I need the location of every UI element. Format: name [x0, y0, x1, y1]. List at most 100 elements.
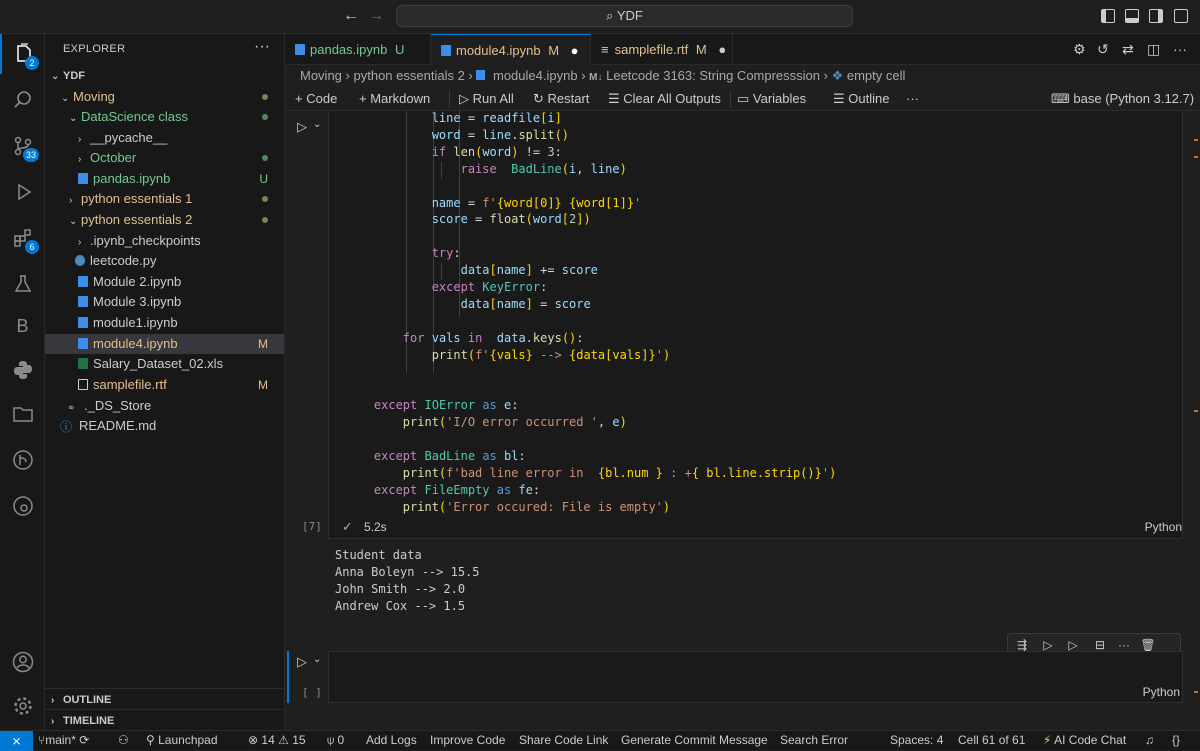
history-icon[interactable]: ↺: [1097, 41, 1109, 58]
more-actions-icon[interactable]: ···: [1173, 41, 1187, 57]
search-activity[interactable]: [0, 80, 45, 120]
timeline-section[interactable]: › TIMELINE: [45, 709, 284, 731]
command-center-search[interactable]: ⌕ YDF: [396, 5, 853, 27]
tree-item-python-essentials-2[interactable]: ⌄ python essentials 2: [45, 210, 284, 230]
breadcrumb-item[interactable]: empty cell: [847, 68, 906, 83]
run-cell-button[interactable]: ▷: [297, 119, 307, 135]
improve-code-button[interactable]: Improve Code: [430, 731, 505, 751]
tree-item-label: module1.ipynb: [93, 315, 178, 330]
unsaved-dot-icon[interactable]: ●: [718, 42, 726, 57]
extensions-activity[interactable]: 6: [0, 218, 45, 258]
add-code-cell-button[interactable]: + Code: [295, 87, 337, 111]
code-line: word = line.split(): [431, 127, 570, 142]
toolbar-more-button[interactable]: ···: [906, 87, 919, 111]
explorer-activity[interactable]: 2: [0, 34, 45, 74]
tree-item-samplefile-rtf[interactable]: samplefile.rtf M: [45, 375, 284, 395]
tree-item-module-2[interactable]: Module 2.ipynb: [45, 272, 284, 292]
testing-activity[interactable]: [0, 264, 45, 304]
code-cell[interactable]: line = readfile[i] word = line.split() i…: [302, 111, 1183, 539]
breadcrumb-item[interactable]: python essentials 2: [354, 68, 465, 83]
ai-code-chat-button[interactable]: ⚡ AI Code Chat: [1043, 731, 1126, 751]
tree-item-module1[interactable]: module1.ipynb: [45, 313, 284, 333]
braces-indicator[interactable]: {}: [1172, 731, 1180, 751]
chevron-down-icon[interactable]: ⌄: [313, 654, 321, 665]
tree-item-module-3[interactable]: Module 3.ipynb: [45, 292, 284, 312]
cell-position-indicator[interactable]: Cell 61 of 61: [958, 731, 1025, 751]
gitlens-icon[interactable]: ⚇: [118, 731, 129, 751]
compare-icon[interactable]: ⇄: [1122, 41, 1134, 58]
forward-arrow-icon[interactable]: →: [368, 7, 384, 25]
problems-indicator[interactable]: ⊗ 14 ⚠ 15: [248, 731, 306, 751]
indentation-indicator[interactable]: Spaces: 4: [890, 731, 943, 751]
tree-item-datascience-class[interactable]: ⌄ DataScience class: [45, 107, 284, 127]
outline-section[interactable]: › OUTLINE: [45, 688, 284, 710]
source-control-activity[interactable]: 33: [0, 126, 45, 166]
code-line: score = float(word[2]): [431, 212, 591, 227]
tree-item-pandas-ipynb[interactable]: pandas.ipynb U: [45, 169, 284, 189]
run-cell-button[interactable]: ▷: [297, 654, 307, 670]
empty-code-cell[interactable]: Python: [328, 651, 1183, 703]
b-extension-activity[interactable]: B: [0, 306, 45, 346]
tree-item-label: ._DS_Store: [84, 398, 152, 413]
run-all-button[interactable]: ▷ Run All: [459, 87, 514, 111]
bell-icon[interactable]: ♫: [1145, 731, 1154, 751]
outline-button[interactable]: ☰ Outline: [833, 87, 889, 111]
add-markdown-cell-button[interactable]: + Markdown: [359, 87, 430, 111]
share-code-link-button[interactable]: Share Code Link: [519, 731, 608, 751]
branch-indicator[interactable]: ⑂main* ⟳: [38, 731, 89, 751]
tab-pandas[interactable]: pandas.ipynb U: [285, 34, 431, 65]
back-arrow-icon[interactable]: ←: [343, 7, 359, 25]
toggle-secondary-sidebar-icon[interactable]: [1149, 9, 1163, 23]
more-actions-icon[interactable]: ···: [254, 38, 270, 56]
run-debug-activity[interactable]: [0, 172, 45, 212]
generate-commit-message-button[interactable]: Generate Commit Message: [621, 731, 768, 751]
ports-indicator[interactable]: ⍦ 0: [327, 731, 344, 751]
tree-item-ds-store[interactable]: ⚭ ._DS_Store: [45, 396, 284, 416]
variables-button[interactable]: ▭ Variables: [737, 87, 806, 111]
tab-module4[interactable]: module4.ipynb M ●: [431, 34, 591, 65]
tab-label: samplefile.rtf: [614, 42, 689, 57]
chevron-right-icon: ›: [78, 237, 82, 248]
code-line: data[name] = score: [460, 296, 591, 311]
split-editor-icon[interactable]: ◫: [1147, 41, 1160, 58]
add-logs-button[interactable]: Add Logs: [366, 731, 417, 751]
tree-item-label: __pycache__: [90, 130, 168, 145]
toggle-primary-sidebar-icon[interactable]: [1101, 9, 1115, 23]
tree-item-salary-dataset[interactable]: Salary_Dataset_02.xls: [45, 354, 284, 374]
launchpad-button[interactable]: ⚲ Launchpad: [146, 731, 218, 751]
manage-activity[interactable]: [0, 686, 45, 726]
cell-language[interactable]: Python: [1143, 685, 1180, 699]
cell-language[interactable]: Python: [1145, 520, 1182, 534]
tree-item-october[interactable]: › October: [45, 148, 284, 168]
chevron-right-icon: ›: [78, 154, 82, 165]
chevron-down-icon[interactable]: ⌄: [313, 119, 321, 130]
tree-item-ipynb-checkpoints[interactable]: › .ipynb_checkpoints: [45, 231, 284, 251]
accounts-activity[interactable]: [0, 642, 45, 682]
customize-layout-icon[interactable]: [1174, 9, 1188, 23]
restart-button[interactable]: ↻ Restart: [533, 87, 589, 111]
breadcrumb-item[interactable]: module4.ipynb: [493, 68, 578, 83]
workspace-root[interactable]: ⌄ YDF: [45, 66, 284, 86]
search-error-button[interactable]: Search Error: [780, 731, 848, 751]
output-line: Anna Boleyn --> 15.5: [335, 565, 480, 579]
tab-samplefile[interactable]: ≡ samplefile.rtf M ●: [591, 34, 733, 65]
tree-item-module4[interactable]: module4.ipynb M: [45, 334, 284, 354]
tree-item-moving[interactable]: ⌄ Moving: [45, 87, 284, 107]
python-activity[interactable]: [0, 350, 45, 390]
git-graph-activity[interactable]: [0, 440, 45, 480]
remote-indicator[interactable]: ⨯: [0, 731, 33, 751]
unsaved-dot-icon[interactable]: ●: [571, 43, 579, 58]
breadcrumb-item[interactable]: Moving: [300, 68, 342, 83]
kernel-picker[interactable]: ⌨ base (Python 3.12.7): [1051, 87, 1194, 111]
gear-icon[interactable]: ⚙: [1073, 41, 1086, 58]
clear-all-outputs-button[interactable]: ☰ Clear All Outputs: [608, 87, 721, 111]
tree-item-python-essentials-1[interactable]: › python essentials 1: [45, 189, 284, 209]
toggle-panel-icon[interactable]: [1125, 9, 1139, 23]
tree-item-pycache[interactable]: › __pycache__: [45, 128, 284, 148]
tree-item-readme[interactable]: ⓘ README.md: [45, 416, 284, 436]
folder-activity[interactable]: [0, 394, 45, 434]
tree-item-leetcode-py[interactable]: leetcode.py: [45, 251, 284, 271]
gitlens-activity[interactable]: [0, 486, 45, 526]
search-label: YDF: [616, 8, 643, 23]
breadcrumb-item[interactable]: Leetcode 3163: String Compresssion: [606, 68, 820, 83]
